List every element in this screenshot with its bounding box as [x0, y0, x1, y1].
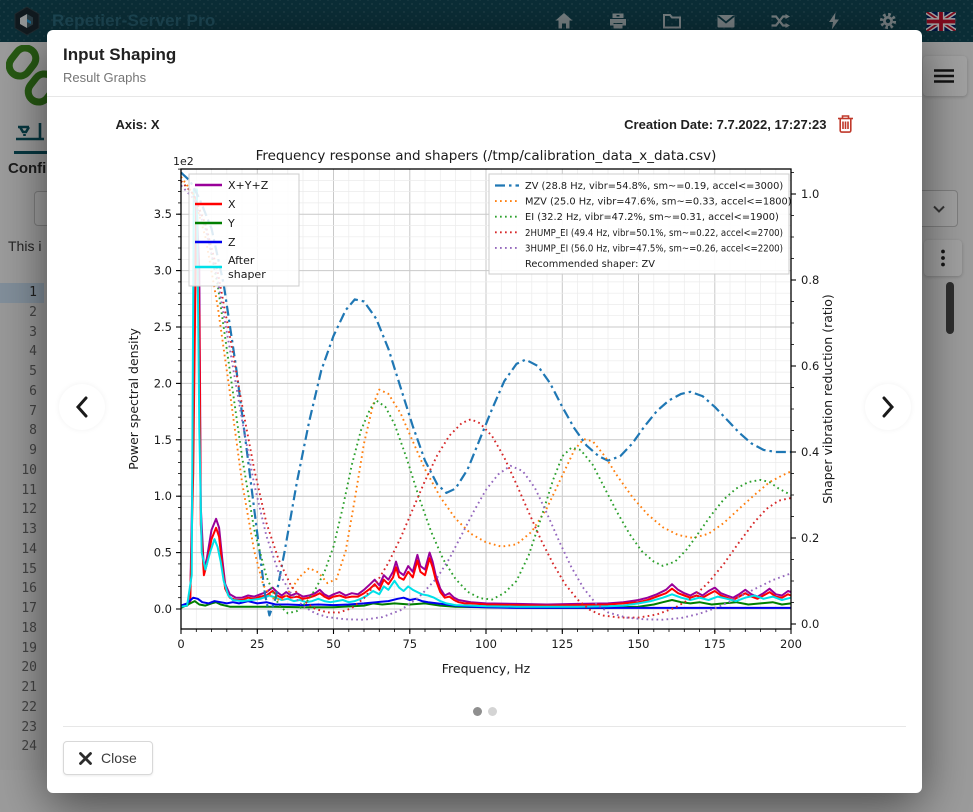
svg-text:After: After	[228, 254, 255, 267]
svg-text:EI (32.2 Hz, vibr=47.2%, sm~=0: EI (32.2 Hz, vibr=47.2%, sm~=0.31, accel…	[525, 212, 779, 223]
input-shaping-modal: Input Shaping Result Graphs Axis: X Crea…	[47, 30, 922, 793]
svg-text:Recommended shaper: ZV: Recommended shaper: ZV	[525, 259, 655, 270]
svg-text:Power spectral density: Power spectral density	[126, 328, 141, 470]
svg-text:2.0: 2.0	[153, 376, 171, 390]
svg-text:ZV (28.8 Hz, vibr=54.8%, sm~=0: ZV (28.8 Hz, vibr=54.8%, sm~=0.19, accel…	[525, 181, 783, 192]
svg-text:Z: Z	[228, 236, 236, 249]
modal-title: Input Shaping	[63, 45, 906, 65]
svg-text:2HUMP_EI (49.4 Hz, vibr=50.1%,: 2HUMP_EI (49.4 Hz, vibr=50.1%, sm~=0.22,…	[525, 228, 783, 239]
chevron-right-icon	[881, 396, 895, 418]
svg-text:0.6: 0.6	[801, 359, 819, 373]
svg-text:0.0: 0.0	[801, 617, 819, 631]
svg-text:0.8: 0.8	[801, 273, 819, 287]
svg-text:3HUMP_EI (56.0 Hz, vibr=47.5%,: 3HUMP_EI (56.0 Hz, vibr=47.5%, sm~=0.26,…	[525, 243, 783, 254]
svg-text:150: 150	[627, 637, 649, 651]
svg-text:50: 50	[326, 637, 341, 651]
chevron-left-icon	[75, 396, 89, 418]
modal-footer: Close	[63, 726, 906, 775]
svg-text:1e2: 1e2	[173, 155, 194, 168]
svg-text:2.5: 2.5	[153, 320, 171, 334]
svg-text:175: 175	[703, 637, 725, 651]
svg-text:0: 0	[177, 637, 184, 651]
svg-text:MZV (25.0 Hz, vibr=47.6%, sm~=: MZV (25.0 Hz, vibr=47.6%, sm~=0.33, acce…	[525, 197, 792, 208]
result-chart: 0 25 50 75 100 125 150 175 200 0.0 0.5 1.0 1.5 2.0 2.5…	[116, 143, 854, 694]
svg-text:1.0: 1.0	[801, 187, 819, 201]
carousel-prev-button[interactable]	[59, 384, 105, 430]
close-x-icon	[79, 752, 92, 765]
carousel-next-button[interactable]	[865, 384, 911, 430]
screen: Repetier-Server Pro Confi Vo This i 1234…	[0, 0, 973, 812]
svg-text:3.5: 3.5	[153, 207, 171, 221]
svg-text:Shaper vibration reduction (ra: Shaper vibration reduction (ratio)	[820, 294, 835, 504]
svg-text:1.5: 1.5	[153, 433, 171, 447]
trash-icon[interactable]	[837, 114, 854, 134]
svg-text:200: 200	[780, 637, 802, 651]
svg-text:shaper: shaper	[228, 268, 266, 281]
axis-label: Axis: X	[116, 117, 160, 132]
svg-text:0.5: 0.5	[153, 546, 171, 560]
svg-text:X+Y+Z: X+Y+Z	[228, 179, 269, 192]
result-meta-row: Axis: X Creation Date: 7.7.2022, 17:27:2…	[116, 114, 854, 134]
svg-text:125: 125	[551, 637, 573, 651]
carousel-dot[interactable]	[488, 707, 497, 716]
svg-text:Y: Y	[227, 217, 235, 230]
svg-text:X: X	[228, 198, 236, 211]
svg-text:100: 100	[475, 637, 497, 651]
svg-text:25: 25	[249, 637, 264, 651]
svg-text:Frequency, Hz: Frequency, Hz	[441, 661, 530, 676]
carousel-dots	[47, 703, 922, 713]
creation-date: Creation Date: 7.7.2022, 17:27:23	[624, 117, 826, 132]
modal-subtitle: Result Graphs	[63, 70, 906, 85]
modal-header: Input Shaping Result Graphs	[47, 30, 922, 97]
svg-text:0.4: 0.4	[801, 445, 819, 459]
svg-text:75: 75	[402, 637, 417, 651]
svg-text:1.0: 1.0	[153, 489, 171, 503]
svg-text:Frequency response and shapers: Frequency response and shapers (/tmp/cal…	[255, 148, 716, 164]
carousel-dot[interactable]	[473, 707, 482, 716]
svg-text:3.0: 3.0	[153, 264, 171, 278]
svg-text:0.0: 0.0	[153, 602, 171, 616]
close-button[interactable]: Close	[63, 741, 153, 775]
svg-text:0.2: 0.2	[801, 531, 819, 545]
